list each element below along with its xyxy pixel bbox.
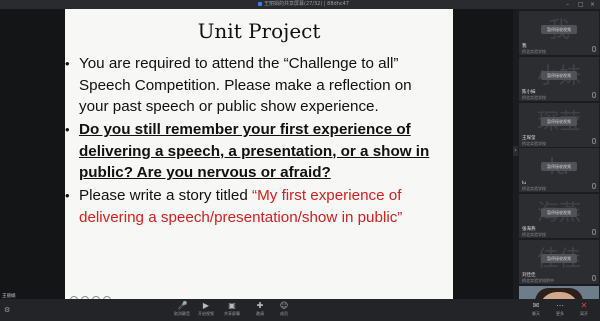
window-title: 王丽娟的共享屏幕(27/32) | 88dhc47 [258, 0, 349, 9]
participant-tile[interactable]: 佳佳暂停接收视频刘佳佳桥北实验学校附中 [519, 240, 599, 284]
participant-panel: 我暂停接收视频我桥北实验学校小妹暂停接收视频陈小妹桥北实验学校琛莹暂停接收视频王… [518, 9, 600, 321]
invite-icon: ✚ [256, 301, 264, 310]
paused-video-badge: 暂停接收视频 [541, 162, 577, 172]
microphone-icon: 🎤 [177, 301, 188, 310]
participant-org: 桥北实验学校附中 [522, 278, 554, 283]
paused-video-badge: 暂停接收视频 [541, 116, 577, 126]
toolbar-label: 成员 [280, 311, 288, 316]
toolbar-button-video-camera[interactable]: ▶ 开启视频 [192, 301, 220, 321]
bullet-mark: • [65, 122, 70, 137]
participant-tile[interactable]: 我暂停接收视频我桥北实验学校 [519, 11, 599, 55]
participant-tile[interactable]: lu暂停接收视频lu桥北实验学校 [519, 148, 599, 193]
paused-video-badge: 暂停接收视频 [541, 254, 577, 263]
bullet-mark: • [65, 56, 70, 71]
members-icon: ☺ [279, 301, 289, 310]
participant-tile[interactable]: 海燕暂停接收视频张海燕桥北实验学校 [519, 194, 599, 239]
meeting-toolbar: ⚙ 🎤 取消静音 ▶ 开启视频 ▣ 共享屏幕 ✚ 邀请 ☺ 成员 ✉ 聊天 ⋯ 更多 ✕ 离开 [0, 299, 600, 321]
muted-mic-icon [592, 275, 596, 281]
video-camera-icon: ▶ [202, 301, 210, 310]
close-icon[interactable]: × [590, 1, 595, 8]
muted-mic-icon [592, 46, 596, 52]
window-title-bar: 王丽娟的共享屏幕(27/32) | 88dhc47 – □ × [0, 0, 600, 9]
toolbar-label: 离开 [580, 311, 588, 316]
paused-video-badge: 暂停接收视频 [541, 70, 577, 80]
paused-video-badge: 暂停接收视频 [541, 208, 577, 218]
muted-mic-icon [592, 229, 596, 236]
participant-tile[interactable]: 小妹暂停接收视频陈小妹桥北实验学校 [519, 56, 599, 101]
toolbar-button-share-screen[interactable]: ▣ 共享屏幕 [218, 301, 246, 321]
bullet-mark: • [65, 188, 70, 203]
more-icon: ⋯ [556, 301, 564, 310]
bullet-1-text: You are required to attend the “Challeng… [79, 55, 412, 115]
maximize-icon[interactable]: □ [578, 1, 584, 8]
toolbar-button-leave[interactable]: ✕ 离开 [570, 301, 598, 321]
toolbar-label: 共享屏幕 [224, 311, 240, 316]
minimize-icon[interactable]: – [566, 1, 569, 8]
share-screen-icon: ▣ [228, 301, 236, 310]
slide-title: Unit Project [197, 19, 321, 43]
muted-mic-icon [592, 137, 596, 144]
participant-org: 桥北实验学校 [522, 232, 546, 238]
paused-video-badge: 暂停接收视频 [541, 25, 577, 34]
window-title-text: 王丽娟的共享屏幕(27/32) | 88dhc47 [264, 1, 349, 7]
bullet-3-text: Please write a story titled “My first ex… [79, 185, 445, 228]
shared-screen-area: Unit Project • You are required to atten… [0, 9, 513, 305]
participant-org: 桥北实验学校 [522, 140, 546, 146]
leave-icon: ✕ [580, 301, 588, 310]
toolbar-label: 开启视频 [198, 311, 214, 316]
chat-icon: ✉ [532, 301, 540, 310]
participant-org: 桥北实验学校 [522, 94, 546, 100]
participant-tile[interactable]: 琛莹暂停接收视频王琛莹桥北实验学校 [519, 102, 599, 147]
presentation-slide: Unit Project • You are required to atten… [65, 9, 453, 299]
toolbar-button-members[interactable]: ☺ 成员 [270, 301, 298, 321]
bullet-2-text: Do you still remember your first experie… [79, 121, 430, 181]
participant-org: 桥北实验学校 [522, 186, 546, 192]
muted-mic-icon [592, 91, 596, 98]
meeting-app-icon [258, 1, 262, 6]
security-icon[interactable]: ⚙ [4, 306, 10, 314]
muted-mic-icon [592, 183, 596, 190]
bullet-3-plain: Please write a story titled [79, 187, 253, 204]
participant-org: 桥北实验学校 [522, 49, 546, 54]
